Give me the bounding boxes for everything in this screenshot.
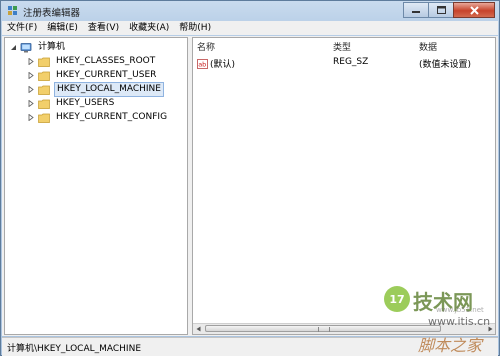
registry-editor-icon <box>8 6 17 15</box>
menu-edit[interactable]: 编辑(E) <box>42 21 83 35</box>
tree-item-hkey-local-machine[interactable]: HKEY_LOCAL_MACHINE <box>27 82 164 97</box>
scroll-left-button[interactable] <box>193 324 203 334</box>
title-bar[interactable]: 注册表编辑器 <box>1 1 499 21</box>
close-button[interactable] <box>453 2 495 18</box>
tree-item-hkey-current-config[interactable]: HKEY_CURRENT_CONFIG <box>27 111 169 124</box>
tree-item-hkey-users[interactable]: HKEY_USERS <box>27 97 116 110</box>
column-header-name[interactable]: 名称 <box>197 40 215 53</box>
collapsed-arrow-icon[interactable] <box>27 86 35 94</box>
svg-text:ab: ab <box>198 60 206 68</box>
status-path: 计算机\HKEY_LOCAL_MACHINE <box>7 344 142 354</box>
minimize-button[interactable] <box>403 2 429 18</box>
tree-item-hkey-classes-root[interactable]: HKEY_CLASSES_ROOT <box>27 55 157 68</box>
folder-icon <box>38 71 50 81</box>
string-value-icon: ab <box>197 58 208 69</box>
column-header-type[interactable]: 类型 <box>333 40 351 53</box>
menu-bar: 文件(F) 编辑(E) 查看(V) 收藏夹(A) 帮助(H) <box>2 21 498 35</box>
collapsed-arrow-icon[interactable] <box>27 72 35 80</box>
tree-root-label: 计算机 <box>38 42 66 52</box>
tree-item-hkey-current-user[interactable]: HKEY_CURRENT_USER <box>27 69 158 82</box>
watermark-url-prefix: www.jb51.net <box>436 306 484 314</box>
menu-favorites[interactable]: 收藏夹(A) <box>124 21 174 35</box>
close-icon <box>469 5 479 15</box>
menu-file[interactable]: 文件(F) <box>2 21 42 35</box>
value-type: REG_SZ <box>333 57 369 67</box>
tree-item-label: HKEY_USERS <box>56 98 115 108</box>
collapsed-arrow-icon[interactable] <box>27 100 35 108</box>
collapsed-arrow-icon[interactable] <box>27 58 35 66</box>
value-row[interactable]: ab (默认) <box>197 57 235 70</box>
menu-help[interactable]: 帮助(H) <box>174 21 216 35</box>
left-arrow-icon <box>196 326 200 332</box>
watermark-badge: 17 <box>384 286 410 312</box>
watermark-footer: 脚本之家 <box>418 336 483 355</box>
watermark-url: www.itis.cn <box>428 315 491 328</box>
folder-icon <box>38 99 50 109</box>
tree-item-label: HKEY_CLASSES_ROOT <box>56 56 156 66</box>
scroll-grip <box>318 327 330 332</box>
computer-icon <box>20 42 32 52</box>
tree-item-label: HKEY_CURRENT_CONFIG <box>56 112 168 122</box>
folder-icon <box>38 113 50 123</box>
tree-root[interactable]: 计算机 <box>9 41 67 54</box>
collapsed-arrow-icon[interactable] <box>27 114 35 122</box>
menu-view[interactable]: 查看(V) <box>83 21 124 35</box>
tree-item-label-selected: HKEY_LOCAL_MACHINE <box>54 82 164 97</box>
column-header-data[interactable]: 数据 <box>419 40 437 53</box>
expanded-arrow-icon[interactable] <box>9 44 17 52</box>
value-name: (默认) <box>210 60 236 70</box>
tree-pane[interactable]: 计算机 HKEY_CLASSES_ROOT HKEY_CURRENT_USER … <box>4 37 188 335</box>
tree-item-label: HKEY_CURRENT_USER <box>56 70 157 80</box>
folder-icon <box>38 57 50 67</box>
folder-icon <box>38 85 50 95</box>
maximize-icon <box>436 6 446 14</box>
maximize-button[interactable] <box>428 2 454 18</box>
window-title: 注册表编辑器 <box>23 8 81 19</box>
value-data: (数值未设置) <box>419 60 472 70</box>
minimize-icon <box>412 11 420 13</box>
scrollbar-thumb[interactable] <box>205 325 441 332</box>
